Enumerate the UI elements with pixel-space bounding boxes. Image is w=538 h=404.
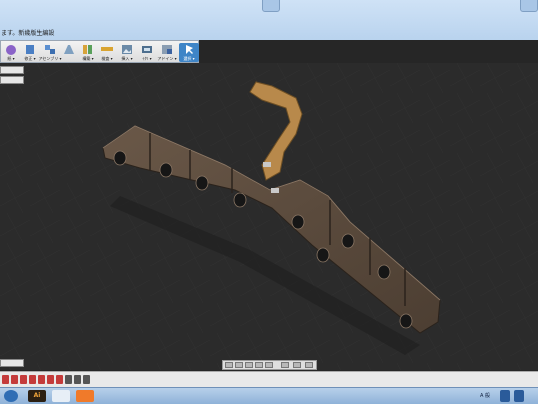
os-taskbar: Ai A 般	[0, 387, 538, 404]
select-icon	[186, 45, 193, 54]
fusion-app-icon[interactable]	[76, 390, 94, 402]
input-indicator[interactable]: A 般	[480, 392, 490, 399]
window-control-stub[interactable]	[520, 0, 538, 12]
tool-assembly[interactable]: アセンブリ ▾	[38, 43, 62, 62]
zoom-window-icon[interactable]	[265, 362, 273, 368]
grid-settings-icon[interactable]	[293, 362, 301, 368]
tool-label: アドイン ▾	[157, 56, 177, 61]
browser-node[interactable]	[0, 66, 24, 74]
timeline-feature-icon[interactable]	[29, 375, 36, 384]
window-title: ます。新幾版生編設	[1, 30, 55, 37]
zoom-icon[interactable]	[255, 362, 263, 368]
display-settings-icon[interactable]	[281, 362, 289, 368]
timeline-feature-icon[interactable]	[74, 375, 81, 384]
timeline-feature-icon[interactable]	[38, 375, 45, 384]
timeline-feature-icon[interactable]	[56, 375, 63, 384]
timeline-marker-icon[interactable]	[83, 375, 90, 384]
sketch-icon	[6, 45, 16, 55]
browser-node[interactable]	[0, 359, 24, 367]
pan-icon[interactable]	[245, 362, 253, 368]
timeline-feature-icon[interactable]	[65, 375, 72, 384]
tool-inspect[interactable]: 検査 ▾	[97, 43, 117, 62]
tray-app-icon[interactable]	[500, 390, 510, 402]
tool-insert[interactable]: 挿入 ▾	[117, 43, 137, 62]
inspect-icon	[101, 47, 113, 51]
insert-icon	[122, 45, 132, 54]
start-button-icon[interactable]	[4, 390, 18, 402]
timeline-feature-icon[interactable]	[47, 375, 54, 384]
modify-icon	[26, 45, 34, 54]
viewports-icon[interactable]	[305, 362, 313, 368]
canvas-viewport[interactable]	[0, 63, 538, 370]
ribbon-toolbar: 紙 ▾ 修正 ▾ アセンブリ ▾ 構築 ▾ 検査 ▾ 挿入 ▾ ｲｸﾘ ▾ アド…	[0, 40, 199, 63]
tool-make[interactable]: ｲｸﾘ ▾	[137, 43, 157, 62]
window-titlebar: ます。新幾版生編設	[0, 0, 538, 40]
design-timeline	[0, 371, 538, 388]
look-at-icon[interactable]	[235, 362, 243, 368]
construct-icon	[83, 45, 92, 54]
tool-select[interactable]: 選択 ▾	[179, 43, 199, 62]
explorer-app-icon[interactable]	[52, 390, 70, 402]
timeline-feature-icon[interactable]	[20, 375, 27, 384]
model-render[interactable]	[0, 63, 538, 370]
timeline-feature-icon[interactable]	[2, 375, 9, 384]
orbit-icon[interactable]	[225, 362, 233, 368]
joint-icon	[64, 45, 74, 54]
illustrator-app-icon[interactable]: Ai	[28, 390, 46, 402]
addins-icon	[162, 45, 172, 54]
assembly-icon	[45, 45, 55, 54]
tray-app-icon[interactable]	[514, 390, 524, 402]
make-icon	[142, 46, 152, 53]
navigation-bar	[222, 360, 317, 370]
tool-label: 選択 ▾	[183, 56, 195, 61]
tool-modify[interactable]: 修正 ▾	[20, 43, 40, 62]
tool-addins[interactable]: アドイン ▾	[157, 43, 177, 62]
browser-node[interactable]	[0, 76, 24, 84]
timeline-feature-icon[interactable]	[11, 375, 18, 384]
window-control-stub[interactable]	[262, 0, 280, 12]
